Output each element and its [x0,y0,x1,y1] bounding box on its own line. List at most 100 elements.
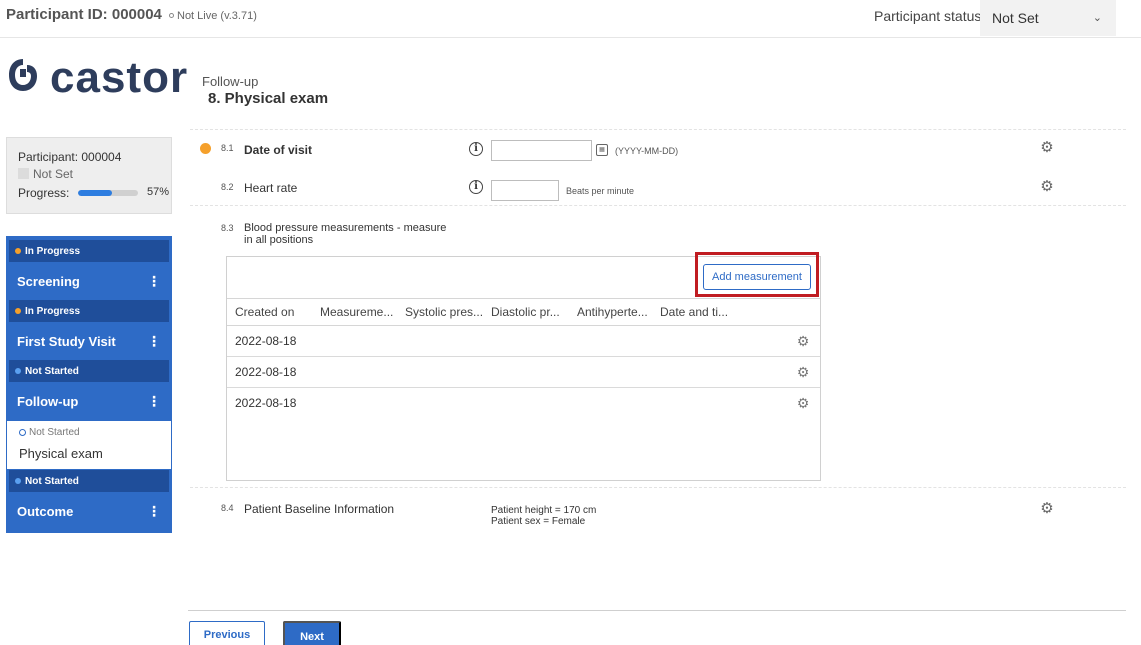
nav-step-screening[interactable]: Screening ⋮ [9,262,169,300]
status-square-icon [18,168,29,179]
nav-step-status: Not Started [9,360,169,382]
progress-bar-fill [78,190,113,196]
question-number: 8.3 [221,223,234,233]
participant-box: Participant: 000004 Not Set Progress: 57… [6,137,172,214]
heart-rate-input[interactable] [491,180,559,201]
table-row[interactable]: 2022-08-18 ⚙ [227,326,820,357]
question-label-heart-rate: Heart rate [244,181,298,195]
participant-state-text: Not Set [33,167,74,181]
kebab-menu-icon[interactable]: ⋮ [147,333,161,350]
progress-bar [78,190,138,196]
chevron-down-icon: ⌄ [1092,12,1102,24]
nav-step-status-text: Not Started [25,475,79,487]
nav-step-title: First Study Visit [17,333,116,349]
progress-label: Progress: [18,186,70,200]
status-dot-icon [15,368,21,374]
nav-step-first-study-visit[interactable]: First Study Visit ⋮ [9,322,169,360]
participant-status-select[interactable]: Not Set ⌄ [980,0,1116,36]
gear-icon[interactable]: ⚙ [796,365,810,379]
question-label-date-of-visit: Date of visit [244,143,313,157]
nav-step-title: Follow-up [17,393,79,409]
column-header[interactable]: Measureme... [320,305,405,319]
divider [190,205,1126,206]
phase-name: Follow-up [202,74,259,89]
date-format-hint: (YYYY-MM-DD) [615,146,679,156]
nav-step-follow-up[interactable]: Follow-up ⋮ [9,382,169,420]
column-header[interactable]: Created on [235,305,320,319]
patient-height: Patient height = 170 cm [491,505,597,516]
status-dot-icon [15,308,21,314]
next-button[interactable]: Next [283,621,341,645]
nav-step-status: In Progress [9,240,169,262]
participant-status-label: Participant status: [874,8,986,24]
castor-logo-text: castor [50,53,189,102]
nav-substep-physical-exam[interactable]: Not Started Physical exam [6,420,172,470]
castor-logo-icon [9,59,37,91]
gear-icon[interactable]: ⚙ [1040,501,1054,516]
table-header: Created on Measureme... Systolic pres...… [227,299,820,326]
footer-divider [188,610,1126,611]
column-header[interactable]: Diastolic pr... [491,305,577,319]
column-header[interactable]: Systolic pres... [405,305,491,319]
created-on-cell: 2022-08-18 [235,365,297,379]
status-dot-icon [15,478,21,484]
participant-status-value: Not Set [992,10,1039,26]
phase-nav: In Progress Screening ⋮ In Progress First… [6,236,172,533]
question-label-patient-baseline: Patient Baseline Information [244,502,395,516]
table-row[interactable]: 2022-08-18 ⚙ [227,388,820,419]
nav-step-status-text: In Progress [25,305,81,317]
created-on-cell: 2022-08-18 [235,334,297,348]
nav-step-outcome[interactable]: Outcome ⋮ [9,492,169,530]
nav-step-status-text: Not Started [25,365,79,377]
question-label-line: Blood pressure measurements - measure [244,222,447,234]
nav-step-title: Outcome [17,503,74,519]
page-title: 8. Physical exam [208,90,329,107]
column-header[interactable]: Antihyperte... [577,305,660,319]
participant-name: Participant: 000004 [18,150,122,164]
gear-icon[interactable]: ⚙ [1040,140,1054,155]
divider [190,129,1126,130]
progress: Progress: 57% [18,186,169,202]
gear-icon[interactable]: ⚙ [1040,179,1054,194]
table-row[interactable]: 2022-08-18 ⚙ [227,357,820,388]
question-label-blood-pressure: Blood pressure measurements - measure in… [244,222,446,246]
nav-step-status: In Progress [9,300,169,322]
progress-percent: 57% [147,186,170,198]
participant-id: Participant ID: 000004 [6,6,162,23]
question-label-line: in all positions [244,234,314,246]
nav-substep-status-text: Not Started [29,427,80,438]
created-on-cell: 2022-08-18 [235,396,297,410]
nav-step-status: Not Started [9,470,169,492]
nav-substep-status: Not Started [19,427,159,438]
info-icon[interactable]: i [469,142,483,156]
date-of-visit-input[interactable] [491,140,592,161]
calendar-icon[interactable]: ▦ [596,144,608,156]
nav-step-status-text: In Progress [25,245,81,257]
kebab-menu-icon[interactable]: ⋮ [147,503,161,520]
castor-logo: castor [6,48,188,108]
required-indicator [200,143,211,154]
question-number: 8.2 [221,182,234,192]
kebab-menu-icon[interactable]: ⋮ [147,273,161,290]
patient-sex: Patient sex = Female [491,516,586,527]
column-header[interactable]: Date and ti... [660,305,740,319]
question-number: 8.4 [221,503,234,513]
live-status: Not Live (v.3.71) [169,10,257,22]
heart-rate-unit: Beats per minute [566,186,635,196]
circle-icon [169,13,174,18]
top-bar: Participant ID: 000004 Not Live (v.3.71)… [0,0,1141,38]
nav-substep-title: Physical exam [19,446,103,461]
status-dot-icon [15,248,21,254]
live-status-text: Not Live (v.3.71) [177,10,257,22]
patient-baseline-values: Patient height = 170 cm Patient sex = Fe… [491,505,596,527]
participant-state: Not Set [18,167,160,181]
highlight-box [695,252,819,297]
status-ring-icon [19,429,26,436]
divider [190,487,1126,488]
kebab-menu-icon[interactable]: ⋮ [147,393,161,410]
gear-icon[interactable]: ⚙ [796,396,810,410]
nav-step-title: Screening [17,273,80,289]
previous-button[interactable]: Previous [189,621,265,645]
info-icon[interactable]: i [469,180,483,194]
gear-icon[interactable]: ⚙ [796,334,810,348]
